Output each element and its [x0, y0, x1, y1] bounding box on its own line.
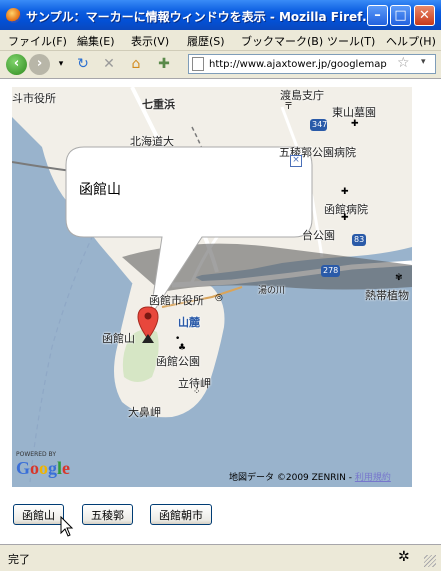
- window-titlebar: サンプル：マーカーに情報ウィンドウを表示 - Mozilla Firef… – …: [0, 0, 441, 30]
- stop-icon[interactable]: ✕: [100, 55, 118, 73]
- history-dropdown-icon[interactable]: ▾: [52, 55, 70, 73]
- status-text: 完了: [8, 553, 30, 566]
- route-number: 83: [354, 235, 365, 244]
- url-bar[interactable]: ☆ ▾: [188, 54, 436, 74]
- page-icon: [192, 57, 204, 71]
- map-label: 函館公園: [156, 355, 200, 368]
- navigation-toolbar: ‹ › ▾ ↻ ✕ ⌂ ✚ ☆ ▾: [0, 51, 441, 79]
- map-label: 七重浜: [142, 98, 175, 111]
- back-button[interactable]: ‹: [6, 54, 27, 75]
- city-office-icon: ◎: [215, 293, 223, 303]
- goryokaku-button[interactable]: 五稜郭: [82, 504, 133, 525]
- minimize-button[interactable]: –: [367, 5, 388, 26]
- mountain-icon: [142, 334, 154, 343]
- powered-by-text: POWERED BY: [16, 451, 57, 458]
- cemetery-icon: ✚: [351, 119, 359, 129]
- map-label: 湯の川: [258, 286, 286, 296]
- botanical-garden-icon: ✾: [395, 273, 403, 283]
- menu-history[interactable]: 履歴(S): [187, 33, 225, 49]
- map-label: 山麓: [178, 316, 200, 329]
- map-label: 台公園: [302, 229, 335, 242]
- addon-icon[interactable]: ✚: [155, 55, 173, 73]
- menu-bookmarks[interactable]: ブックマーク(B): [241, 33, 323, 49]
- page-content: 斗市役所 七重浜 渡島支庁 東山墓園 北海道大 347 五稜郭公園病院 函館病院…: [0, 79, 441, 544]
- google-logo[interactable]: Google: [16, 458, 70, 479]
- status-bar: 完了 ✲: [0, 544, 441, 571]
- map-label: 函館山: [102, 332, 135, 345]
- menu-file[interactable]: ファイル(F): [8, 33, 67, 49]
- terms-link[interactable]: 利用規約: [355, 473, 391, 483]
- maximize-button[interactable]: □: [390, 5, 411, 26]
- map-label: 北海道大: [130, 135, 174, 148]
- post-office-icon: 〒: [284, 102, 294, 112]
- addon-status-icon[interactable]: ✲: [398, 549, 410, 565]
- menu-bar: ファイル(F) 編集(E) 表示(V) 履歴(S) ブックマーク(B) ツール(…: [0, 30, 441, 51]
- url-dropdown-icon[interactable]: ▾: [421, 57, 426, 67]
- mouse-cursor-icon: [60, 516, 74, 537]
- menu-help[interactable]: ヘルプ(H): [386, 33, 436, 49]
- cape-icon: ⁘: [193, 387, 201, 397]
- map-copyright: 地図データ ©2009 ZENRIN - 利用規約: [229, 470, 391, 483]
- window-title: サンプル：マーカーに情報ウィンドウを表示 - Mozilla Firef…: [26, 10, 366, 24]
- map-label: 熱帯植物: [365, 289, 409, 302]
- forward-button[interactable]: ›: [29, 54, 50, 75]
- reload-icon[interactable]: ↻: [74, 55, 92, 73]
- route-number: 278: [323, 266, 339, 275]
- home-icon[interactable]: ⌂: [127, 55, 145, 73]
- url-input[interactable]: [209, 56, 394, 72]
- copyright-text: 地図データ ©2009 ZENRIN -: [229, 473, 352, 483]
- map-label: 斗市役所: [12, 92, 56, 105]
- hakodate-asaichi-button[interactable]: 函館朝市: [150, 504, 212, 525]
- resize-grip[interactable]: [424, 555, 436, 567]
- close-button[interactable]: ✕: [414, 5, 435, 26]
- infowindow-close-icon[interactable]: ×: [290, 155, 302, 167]
- hospital-icon: ✚: [341, 213, 349, 223]
- map-label: 東山墓園: [332, 106, 376, 119]
- map-label: 大鼻岬: [128, 406, 161, 419]
- firefox-icon: [6, 8, 21, 23]
- menu-tools[interactable]: ツール(T): [327, 33, 375, 49]
- infowindow-text: 函館山: [79, 182, 121, 198]
- park-icon: ♣: [178, 343, 187, 353]
- menu-view[interactable]: 表示(V): [131, 33, 169, 49]
- hakodateyama-button[interactable]: 函館山: [13, 504, 64, 525]
- map-view[interactable]: 斗市役所 七重浜 渡島支庁 東山墓園 北海道大 347 五稜郭公園病院 函館病院…: [12, 87, 412, 487]
- hospital-icon: ✚: [341, 187, 349, 197]
- menu-edit[interactable]: 編集(E): [77, 33, 115, 49]
- bookmark-star-icon[interactable]: ☆: [397, 55, 410, 71]
- route-number: 347: [312, 120, 328, 129]
